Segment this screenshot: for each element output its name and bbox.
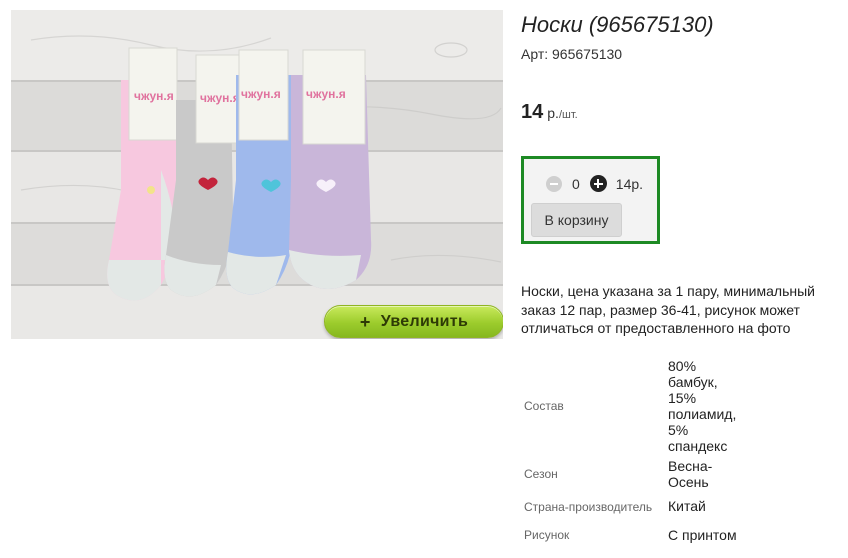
svg-text:чжун.я: чжун.я xyxy=(200,91,240,105)
spec-value-line: полиамид, xyxy=(668,406,737,422)
plus-icon: + xyxy=(359,311,371,332)
product-price: 14 р./шт. xyxy=(521,101,578,124)
add-to-cart-button[interactable]: В корзину xyxy=(531,203,622,237)
spec-label-season: Сезон xyxy=(524,467,558,481)
spec-value-line: бамбук, xyxy=(668,374,718,390)
product-photo[interactable]: чжун.я чжун.я чжун.я чжун.я + Увеличить xyxy=(11,10,503,339)
quantity-value[interactable]: 0 xyxy=(572,176,580,192)
product-description: Носки, цена указана за 1 пару, минимальн… xyxy=(521,283,815,336)
sock-blue: чжун.я xyxy=(226,49,294,295)
zoom-button[interactable]: + Увеличить xyxy=(324,305,503,338)
spec-value-line: 80% xyxy=(668,358,697,374)
buy-box: 0 14р. В корзину xyxy=(521,156,660,244)
minus-icon[interactable] xyxy=(546,175,562,192)
price-unit: р./шт. xyxy=(547,105,577,121)
sock-lavender: чжун.я xyxy=(289,49,372,289)
spec-value-line: С принтом xyxy=(668,527,737,543)
spec-value-composition: 80% бамбук, 15% полиамид, 5% спандекс xyxy=(668,358,736,454)
spec-label-country: Страна-производитель xyxy=(524,500,653,514)
spec-value-line: 15% xyxy=(668,390,697,406)
zoom-button-label: Увеличить xyxy=(380,312,469,330)
price-currency: р. xyxy=(547,105,559,121)
svg-text:чжун.я: чжун.я xyxy=(241,87,281,101)
spec-label-pattern: Рисунок xyxy=(524,528,570,542)
spec-value-line: Осень xyxy=(668,474,709,490)
spec-value-line: спандекс xyxy=(668,438,728,454)
price-value: 14 xyxy=(521,101,544,123)
socks-image: чжун.я чжун.я чжун.я чжун.я xyxy=(11,10,503,339)
plus-circle-icon[interactable] xyxy=(589,175,607,192)
spec-value-season: Весна- Осень xyxy=(668,458,712,490)
product-sku: Арт: 965675130 xyxy=(521,46,623,62)
spec-value-line: Китай xyxy=(668,498,706,514)
svg-text:чжун.я: чжун.я xyxy=(306,87,346,101)
quantity-stepper: 0 14р. xyxy=(546,175,643,192)
spec-label-composition: Состав xyxy=(524,399,564,413)
price-per-unit: /шт. xyxy=(558,109,578,121)
spec-value-pattern: С принтом xyxy=(668,527,737,543)
quantity-sum: 14р. xyxy=(615,175,644,192)
product-title: Носки (965675130) xyxy=(521,12,714,37)
spec-value-country: Китай xyxy=(668,498,706,514)
svg-text:чжун.я: чжун.я xyxy=(134,89,174,103)
spec-value-line: 5% xyxy=(668,422,689,438)
spec-value-line: Весна- xyxy=(668,458,713,474)
